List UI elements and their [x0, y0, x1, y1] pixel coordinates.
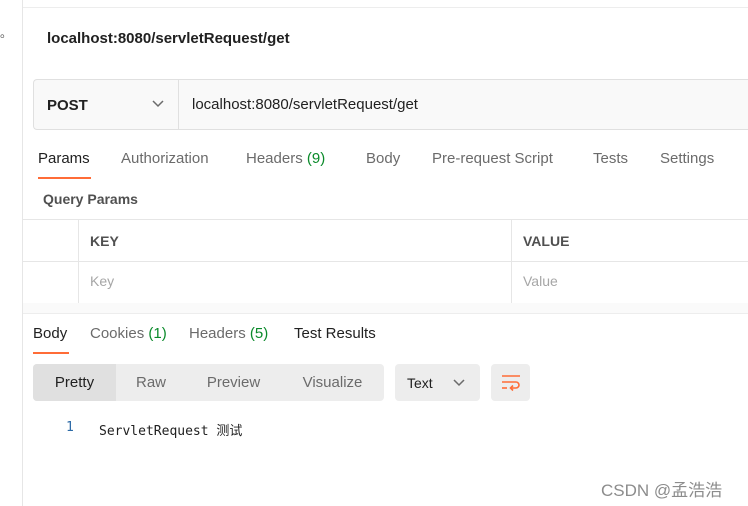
- tab-body[interactable]: Body: [366, 150, 400, 167]
- column-header-value: VALUE: [523, 233, 570, 249]
- view-pretty-button[interactable]: Pretty: [33, 364, 116, 401]
- chevron-down-icon: [152, 100, 164, 108]
- tab-pre-request-script[interactable]: Pre-request Script: [432, 150, 553, 167]
- method-select[interactable]: POST: [34, 80, 179, 129]
- tab-tests[interactable]: Tests: [593, 150, 628, 167]
- table-header-row: [23, 220, 748, 262]
- watermark: CSDN @孟浩浩: [601, 481, 723, 500]
- request-bar: POST localhost:8080/servletRequest/get: [33, 79, 748, 130]
- sidebar-fragment: 。: [0, 26, 13, 40]
- tab-params[interactable]: Params: [38, 150, 90, 167]
- format-label: Text: [407, 375, 433, 391]
- value-input[interactable]: Value: [523, 273, 558, 289]
- active-response-tab-indicator: [33, 352, 69, 354]
- url-input[interactable]: localhost:8080/servletRequest/get: [192, 96, 418, 113]
- wrap-lines-button[interactable]: [491, 364, 530, 401]
- view-mode-group: Pretty Raw Preview Visualize: [33, 364, 384, 401]
- response-tab-headers[interactable]: Headers (5): [189, 325, 268, 342]
- tab-settings[interactable]: Settings: [660, 150, 714, 167]
- column-header-key: KEY: [90, 233, 119, 249]
- tab-bar-border: [23, 0, 748, 8]
- response-tab-cookies[interactable]: Cookies (1): [90, 325, 167, 342]
- left-sidebar-strip: 。: [0, 0, 23, 506]
- chevron-down-icon: [453, 379, 465, 387]
- key-input[interactable]: Key: [90, 273, 114, 289]
- request-title: localhost:8080/servletRequest/get: [47, 30, 290, 47]
- method-label: POST: [47, 97, 88, 114]
- response-body-text: ServletRequest 测试: [99, 424, 243, 439]
- response-tab-body[interactable]: Body: [33, 325, 67, 342]
- response-tab-test-results[interactable]: Test Results: [294, 325, 376, 342]
- tab-authorization[interactable]: Authorization: [121, 150, 209, 167]
- format-select[interactable]: Text: [395, 364, 480, 401]
- column-divider: [78, 220, 79, 303]
- active-tab-indicator: [38, 177, 91, 179]
- column-divider: [511, 220, 512, 303]
- view-raw-button[interactable]: Raw: [116, 364, 186, 401]
- view-preview-button[interactable]: Preview: [186, 364, 281, 401]
- query-params-label: Query Params: [43, 191, 138, 207]
- query-params-table: KEY VALUE Key Value: [23, 219, 748, 304]
- line-number: 1: [66, 420, 74, 435]
- wrap-lines-icon: [502, 375, 520, 392]
- tab-headers[interactable]: Headers (9): [246, 150, 325, 167]
- view-visualize-button[interactable]: Visualize: [281, 364, 384, 401]
- pane-divider[interactable]: [23, 303, 748, 314]
